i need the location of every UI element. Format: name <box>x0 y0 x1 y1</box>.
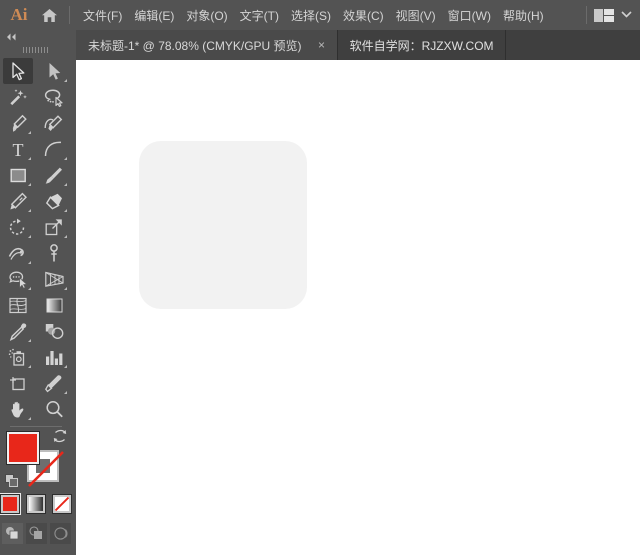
tool-eraser[interactable] <box>39 188 69 214</box>
default-fill-stroke-icon[interactable] <box>5 474 19 488</box>
tool-artboard[interactable] <box>3 370 33 396</box>
tab-label: 未标题-1* @ 78.08% (CMYK/GPU 预览) <box>88 38 302 53</box>
fill-stroke-controls <box>5 429 67 488</box>
solid-color-icon <box>3 497 17 511</box>
tool-column-graph[interactable] <box>39 344 69 370</box>
tool-group-indicator <box>28 157 31 160</box>
tools-divider <box>10 426 62 427</box>
draw-mode-buttons <box>0 523 72 544</box>
tool-group-indicator <box>64 235 67 238</box>
tool-group-indicator <box>64 391 67 394</box>
tool-mesh[interactable] <box>3 292 33 318</box>
illustrator-window: Ai 文件(F) 编辑(E) 对象(O) 文字(T) 选择(S) 效果(C) 视… <box>0 0 640 555</box>
svg-text:T: T <box>13 140 24 159</box>
cmode-gradient[interactable] <box>26 494 46 514</box>
menu-divider <box>69 6 70 24</box>
tool-pen[interactable] <box>3 110 33 136</box>
tool-group-indicator <box>28 339 31 342</box>
menu-divider-right <box>586 6 587 24</box>
workspace-layout-icon[interactable] <box>594 8 614 22</box>
tool-rectangle[interactable] <box>3 162 33 188</box>
tool-rotate[interactable] <box>3 214 33 240</box>
tool-magic-wand[interactable] <box>3 84 33 110</box>
tools-panel: T <box>0 30 72 555</box>
tool-zoom[interactable] <box>39 396 69 422</box>
tool-group-indicator <box>28 417 31 420</box>
tool-perspective-grid[interactable] <box>39 266 69 292</box>
menu-help[interactable]: 帮助(H) <box>497 3 550 28</box>
tool-group-indicator <box>28 235 31 238</box>
tool-free-transform[interactable] <box>39 240 69 266</box>
menu-object[interactable]: 对象(O) <box>180 3 233 28</box>
none-swatch-icon <box>55 497 69 511</box>
tool-line-segment[interactable] <box>39 136 69 162</box>
tool-lasso[interactable] <box>39 84 69 110</box>
panel-drag-handle[interactable] <box>0 44 72 56</box>
tools-grid: T <box>0 56 72 422</box>
tool-group-indicator <box>64 157 67 160</box>
menu-type[interactable]: 文字(T) <box>234 3 285 28</box>
menu-window[interactable]: 窗口(W) <box>442 3 497 28</box>
chevron-down-icon[interactable] <box>621 10 632 20</box>
ai-logo: Ai <box>10 5 28 24</box>
tool-symbol-sprayer[interactable] <box>3 344 33 370</box>
tool-scale[interactable] <box>39 214 69 240</box>
collapse-panel-icon[interactable] <box>0 30 72 44</box>
tab-label: 软件自学网：RJZXW.COM <box>349 38 494 53</box>
tool-shaper[interactable] <box>3 188 33 214</box>
tool-shape-builder[interactable] <box>3 266 33 292</box>
tool-type[interactable]: T <box>3 136 33 162</box>
color-mode-buttons <box>0 493 72 515</box>
close-icon[interactable]: × <box>316 39 328 51</box>
tool-selection[interactable] <box>3 58 33 84</box>
document-tab-active[interactable]: 未标题-1* @ 78.08% (CMYK/GPU 预览) × <box>76 30 338 60</box>
tool-direct-selection[interactable] <box>39 58 69 84</box>
cmode-color[interactable] <box>0 493 21 515</box>
drawmode-inside[interactable] <box>49 523 71 544</box>
swap-fill-stroke-icon[interactable] <box>53 429 67 443</box>
menu-bar: Ai 文件(F) 编辑(E) 对象(O) 文字(T) 选择(S) 效果(C) 视… <box>0 0 640 30</box>
tool-curvature[interactable] <box>39 110 69 136</box>
gradient-swatch-icon <box>29 497 43 511</box>
home-icon[interactable] <box>34 0 64 30</box>
tool-group-indicator <box>28 365 31 368</box>
document-tab-secondary[interactable]: 软件自学网：RJZXW.COM <box>337 30 506 60</box>
menu-file[interactable]: 文件(F) <box>77 3 128 28</box>
tool-group-indicator <box>28 261 31 264</box>
tool-gradient[interactable] <box>39 292 69 318</box>
menu-view[interactable]: 视图(V) <box>390 3 442 28</box>
tool-hand[interactable] <box>3 396 33 422</box>
tool-group-indicator <box>28 209 31 212</box>
grabber-dots <box>23 47 49 53</box>
tool-width[interactable] <box>3 240 33 266</box>
cmode-none[interactable] <box>52 494 72 514</box>
tool-paintbrush[interactable] <box>39 162 69 188</box>
tool-slice[interactable] <box>39 370 69 396</box>
menu-effect[interactable]: 效果(C) <box>337 3 390 28</box>
menu-bar-right <box>581 6 640 24</box>
tool-group-indicator <box>28 287 31 290</box>
drawmode-behind[interactable] <box>25 523 47 544</box>
tool-group-indicator <box>64 183 67 186</box>
tool-eyedropper[interactable] <box>3 318 33 344</box>
menu-select[interactable]: 选择(S) <box>285 3 337 28</box>
tool-group-indicator <box>64 365 67 368</box>
tool-group-indicator <box>64 287 67 290</box>
drawmode-normal[interactable] <box>1 523 23 544</box>
document-tab-bar: 未标题-1* @ 78.08% (CMYK/GPU 预览) × 软件自学网：RJ… <box>76 30 640 60</box>
artboard-canvas[interactable] <box>76 60 640 555</box>
tool-group-indicator <box>28 183 31 186</box>
tool-group-indicator <box>64 209 67 212</box>
tool-group-indicator <box>64 79 67 82</box>
tool-group-indicator <box>28 131 31 134</box>
fill-swatch[interactable] <box>6 431 40 465</box>
rounded-rectangle-shape[interactable] <box>139 141 307 309</box>
menu-edit[interactable]: 编辑(E) <box>128 3 180 28</box>
tool-blend[interactable] <box>39 318 69 344</box>
